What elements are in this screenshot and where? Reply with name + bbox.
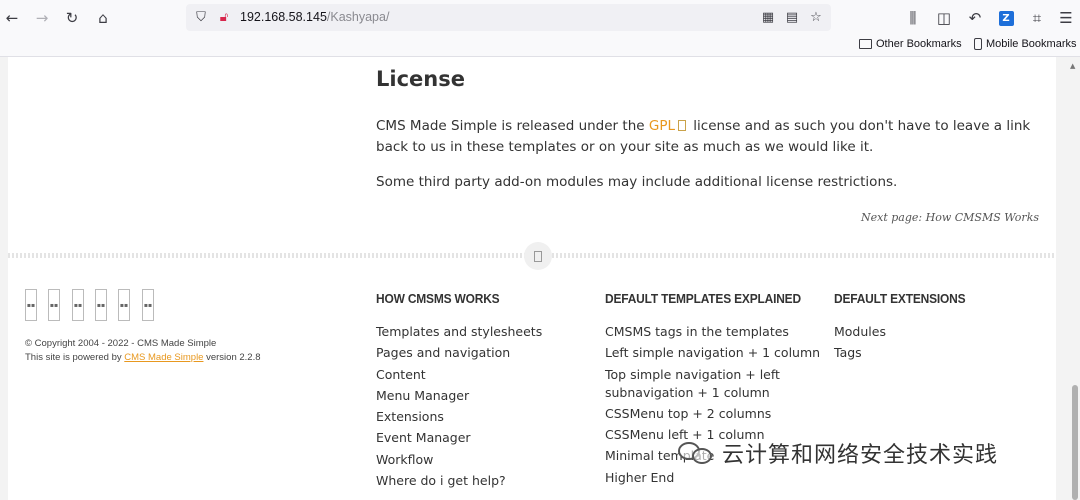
url-path: /Kashyapa/ — [326, 10, 390, 24]
footer-link[interactable]: Content — [376, 366, 542, 384]
footer-link[interactable]: CMSMS tags in the templates — [605, 323, 805, 341]
social-button-1[interactable]: ▪▪ — [25, 289, 37, 321]
bookmarks-bar: Other Bookmarks Mobile Bookmarks — [0, 35, 1080, 57]
crop-icon[interactable]: ⌗ — [1025, 6, 1049, 30]
bookmark-label: Other Bookmarks — [876, 38, 962, 50]
social-button-6[interactable]: ▪▪ — [142, 289, 154, 321]
back-icon[interactable]: ← — [0, 6, 24, 30]
url-host: 192.168.58.145 — [240, 10, 327, 24]
footer-heading-default-templates: DEFAULT TEMPLATES EXPLAINED — [605, 291, 801, 306]
license-text: CMS Made Simple is released under the — [376, 118, 649, 134]
reload-icon[interactable]: ↻ — [60, 6, 84, 30]
copyright: © Copyright 2004 - 2022 - CMS Made Simpl… — [25, 337, 261, 365]
footer-heading-default-extensions: DEFAULT EXTENSIONS — [834, 291, 966, 306]
social-button-5[interactable]: ▪▪ — [118, 289, 130, 321]
copyright-line: © Copyright 2004 - 2022 - CMS Made Simpl… — [25, 338, 217, 349]
watermark: 云计算和网络安全技术实践 — [676, 437, 998, 469]
library-icon[interactable]: ⫼ — [901, 6, 925, 30]
bookmark-mobile[interactable]: Mobile Bookmarks — [974, 38, 1076, 50]
scrollbar-thumb[interactable] — [1072, 385, 1078, 500]
browser-toolbar: ← → ↻ ⌂ ⛉ 🔓︎ 192.168.58.145/Kashyapa/ ▦ … — [0, 0, 1080, 35]
powered-text: This site is powered by — [25, 352, 125, 363]
cms-made-simple-link[interactable]: CMS Made Simple — [124, 352, 203, 363]
addon-paragraph: Some third party add-on modules may incl… — [376, 174, 898, 190]
gpl-link[interactable]: GPL — [649, 118, 675, 134]
scroll-up-icon[interactable]: ▲ — [1070, 62, 1075, 70]
home-icon[interactable]: ⌂ — [91, 6, 115, 30]
wechat-logo-icon — [676, 438, 716, 468]
bookmark-star-icon[interactable]: ☆ — [808, 9, 824, 25]
url-text[interactable]: 192.168.58.145/Kashyapa/ — [240, 10, 389, 24]
insecure-lock-icon[interactable]: 🔓︎ — [216, 9, 232, 25]
phone-icon — [974, 38, 982, 50]
footer-link[interactable]: Modules — [834, 323, 886, 341]
social-button-4[interactable]: ▪▪ — [95, 289, 107, 321]
divider-badge — [524, 242, 552, 270]
footer-link[interactable]: CSSMenu top + 2 columns — [605, 405, 805, 423]
social-button-3[interactable]: ▪▪ — [72, 289, 84, 321]
footer-link[interactable]: Higher End — [605, 469, 805, 487]
footer-link[interactable]: Where do i get help? — [376, 472, 542, 490]
shield-icon[interactable]: ⛉ — [193, 9, 209, 25]
footer-list-default-extensions: Modules Tags — [834, 323, 886, 366]
version-text: version 2.2.8 — [203, 352, 261, 363]
section-title: License — [376, 67, 465, 91]
bookmark-other[interactable]: Other Bookmarks — [859, 38, 962, 50]
footer-link[interactable]: Templates and stylesheets — [376, 323, 542, 341]
footer-heading-how-cmsms-works: HOW CMSMS WORKS — [376, 291, 500, 306]
reader-view-icon[interactable]: ▤ — [784, 9, 800, 25]
footer-link[interactable]: Event Manager — [376, 429, 542, 447]
footer-link[interactable]: Extensions — [376, 408, 542, 426]
sidebar-icon[interactable]: ◫ — [932, 6, 956, 30]
license-paragraph: CMS Made Simple is released under the GP… — [376, 116, 1036, 158]
page-icon — [534, 250, 542, 262]
external-link-icon — [677, 120, 686, 131]
powered-by-line: This site is powered by CMS Made Simple … — [25, 351, 261, 365]
footer-link[interactable]: Top simple navigation + left subnavigati… — [605, 366, 805, 402]
qr-code-icon[interactable]: ▦ — [760, 9, 776, 25]
footer-link[interactable]: Left simple navigation + 1 column — [605, 344, 820, 362]
footer-link[interactable]: Pages and navigation — [376, 344, 542, 362]
footer-link[interactable]: Workflow — [376, 451, 542, 469]
folder-icon — [859, 39, 872, 49]
bookmark-label: Mobile Bookmarks — [986, 38, 1077, 50]
watermark-text: 云计算和网络安全技术实践 — [722, 443, 999, 468]
footer-list-how-cmsms-works: Templates and stylesheets Pages and navi… — [376, 323, 542, 493]
address-bar[interactable]: ⛉ 🔓︎ 192.168.58.145/Kashyapa/ ▦ ▤ ☆ — [186, 4, 831, 31]
footer-link[interactable]: Tags — [834, 344, 886, 362]
menu-icon[interactable]: ☰ — [1054, 6, 1078, 30]
undo-icon[interactable]: ↶ — [963, 6, 987, 30]
social-button-2[interactable]: ▪▪ — [48, 289, 60, 321]
next-page-link[interactable]: Next page: How CMSMS Works — [861, 211, 1039, 224]
footer-link[interactable]: Menu Manager — [376, 387, 542, 405]
forward-icon[interactable]: → — [30, 6, 54, 30]
extension-z-icon[interactable]: Z — [994, 6, 1018, 30]
